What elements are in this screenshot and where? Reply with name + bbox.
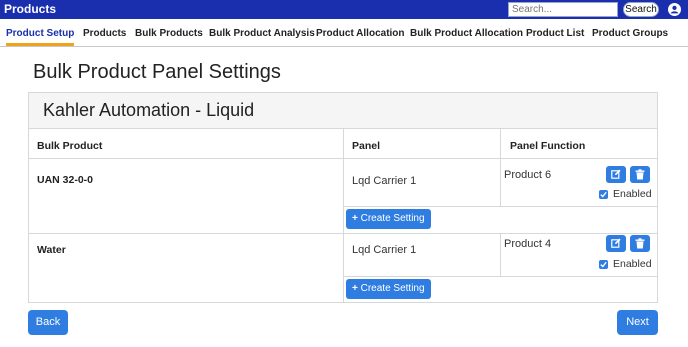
- user-circle-icon[interactable]: [668, 3, 681, 16]
- row-1-inner-divider: [343, 206, 657, 207]
- panel-function-value: Product 6: [504, 169, 552, 181]
- column-header-panel: Panel: [352, 140, 381, 152]
- tab-product-list[interactable]: Product List: [526, 19, 584, 46]
- create-setting-button[interactable]: + Create Setting: [346, 209, 431, 229]
- next-button[interactable]: Next: [617, 310, 658, 335]
- tab-bulk-product-allocation[interactable]: Bulk Product Allocation: [410, 19, 523, 46]
- tab-product-groups[interactable]: Product Groups: [592, 19, 668, 46]
- column-header-bulk-product: Bulk Product: [37, 140, 103, 152]
- edit-button[interactable]: [606, 235, 626, 252]
- column-divider-2-header: [500, 129, 501, 158]
- plus-icon: +: [352, 213, 358, 224]
- trash-icon: [635, 238, 645, 249]
- panel-function-value: Product 4: [504, 238, 552, 250]
- panel-title: Kahler Automation - Liquid: [43, 100, 255, 120]
- column-divider-1: [343, 129, 344, 303]
- app-title: Products: [4, 2, 57, 16]
- plus-icon: +: [352, 283, 358, 294]
- create-setting-label: Create Setting: [360, 213, 425, 224]
- edit-button[interactable]: [606, 166, 626, 183]
- column-header-panel-function: Panel Function: [510, 140, 586, 152]
- create-setting-label: Create Setting: [360, 283, 425, 294]
- create-setting-button[interactable]: + Create Setting: [346, 279, 431, 299]
- row-2-inner-divider: [343, 276, 657, 277]
- edit-icon: [611, 169, 621, 179]
- enabled-label: Enabled: [613, 188, 652, 200]
- back-button[interactable]: Back: [28, 310, 68, 335]
- panel-name: Lqd Carrier 1: [352, 244, 417, 256]
- delete-button[interactable]: [630, 235, 650, 252]
- search-input[interactable]: [508, 2, 618, 17]
- panel-header: Kahler Automation - Liquid: [29, 93, 657, 129]
- settings-panel: Kahler Automation - Liquid Bulk Product …: [28, 92, 658, 303]
- check-icon: [600, 261, 607, 268]
- enabled-label: Enabled: [613, 258, 652, 270]
- column-divider-2-row-2: [500, 233, 501, 276]
- search-button[interactable]: Search: [623, 2, 659, 17]
- enabled-checkbox[interactable]: [599, 260, 608, 269]
- tab-products[interactable]: Products: [83, 19, 126, 46]
- trash-icon: [635, 169, 645, 180]
- panel-name: Lqd Carrier 1: [352, 175, 417, 187]
- edit-icon: [611, 238, 621, 248]
- delete-button[interactable]: [630, 166, 650, 183]
- check-icon: [600, 191, 607, 198]
- bulk-product-name: Water: [37, 244, 66, 256]
- tab-product-allocation[interactable]: Product Allocation: [316, 19, 405, 46]
- nav-tabs: Product Setup Products Bulk Products Bul…: [0, 19, 688, 47]
- tab-product-setup[interactable]: Product Setup: [6, 19, 75, 46]
- bulk-product-name: UAN 32-0-0: [37, 174, 94, 186]
- app-header: Products Search: [0, 0, 688, 19]
- page-title: Bulk Product Panel Settings: [33, 61, 281, 83]
- column-divider-2-row-1: [500, 158, 501, 206]
- tab-bulk-products[interactable]: Bulk Products: [135, 19, 203, 46]
- tab-bulk-product-analysis[interactable]: Bulk Product Analysis: [209, 19, 315, 46]
- enabled-checkbox[interactable]: [599, 190, 608, 199]
